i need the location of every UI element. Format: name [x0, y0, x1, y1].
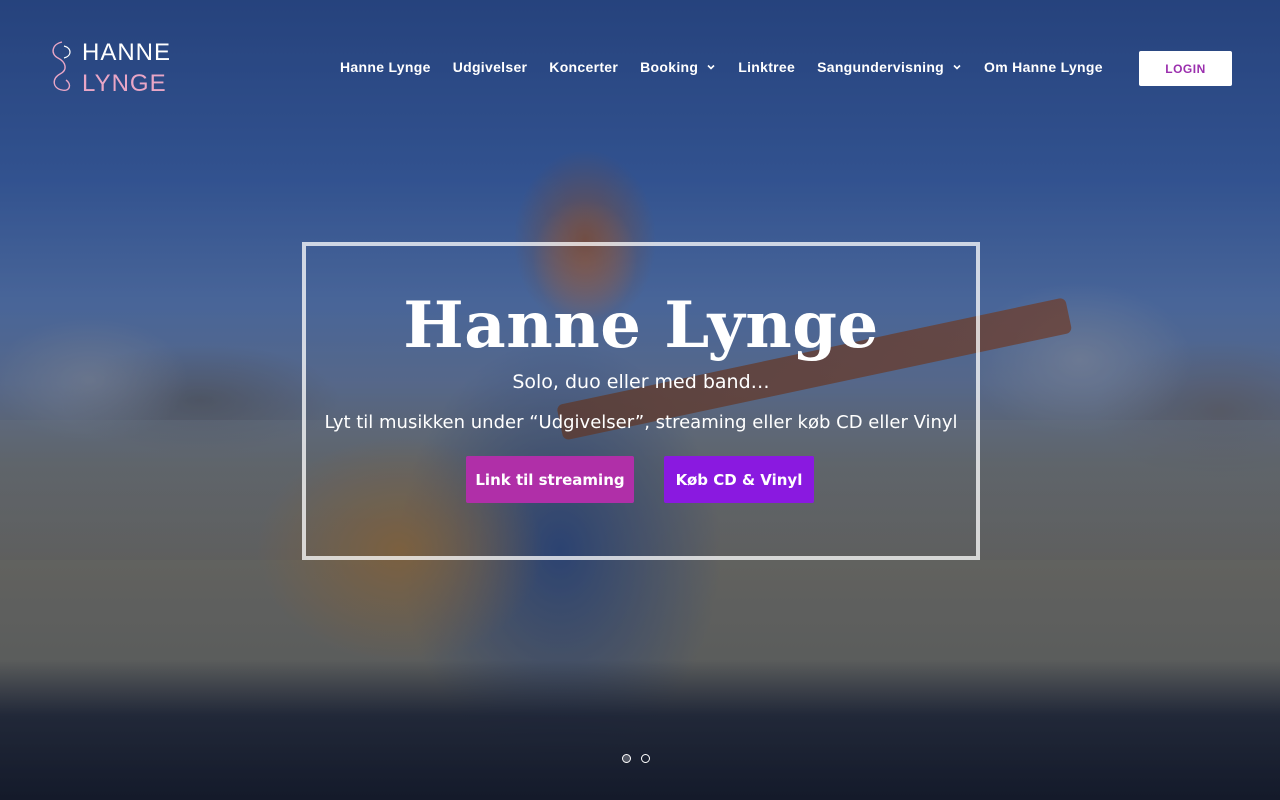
logo-line2: LYNGE	[82, 70, 167, 96]
buy-cd-vinyl-button[interactable]: Køb CD & Vinyl	[664, 456, 814, 503]
slider-dot-2[interactable]	[641, 754, 650, 763]
nav-item-udgivelser[interactable]: Udgivelser	[453, 59, 528, 75]
nav-item-hanne-lynge[interactable]: Hanne Lynge	[340, 59, 431, 75]
slider-pagination	[622, 754, 650, 763]
nav-item-label: Hanne Lynge	[340, 59, 431, 75]
nav-item-label: Koncerter	[549, 59, 619, 75]
nav-item-om-hanne-lynge[interactable]: Om Hanne Lynge	[984, 59, 1103, 75]
logo-line1: HANNE	[82, 39, 171, 66]
site-header: HANNE LYNGE Hanne Lynge Udgivelser Konce…	[0, 0, 1280, 132]
logo-mark-icon: HANNE LYNGE	[52, 39, 171, 97]
nav-item-label: Om Hanne Lynge	[984, 59, 1103, 75]
nav-item-sangundervisning[interactable]: Sangundervisning	[817, 59, 962, 75]
nav-item-label: Sangundervisning	[817, 59, 945, 75]
hero-title: Hanne Lynge	[403, 288, 879, 363]
nav-item-booking[interactable]: Booking	[640, 59, 716, 75]
chevron-down-icon	[707, 64, 715, 70]
login-button[interactable]: LOGIN	[1139, 51, 1232, 86]
nav-item-koncerter[interactable]: Koncerter	[549, 59, 618, 75]
main-nav: Hanne Lynge Udgivelser Koncerter Booking…	[340, 56, 1125, 78]
hero-subtitle: Solo, duo eller med band…	[512, 371, 770, 393]
nav-item-label: Udgivelser	[452, 59, 528, 75]
site-logo[interactable]: HANNE LYNGE	[48, 36, 182, 97]
hero-description: Lyt til musikken under “Udgivelser”, str…	[324, 412, 958, 433]
nav-item-label: Linktree	[738, 59, 796, 75]
nav-item-linktree[interactable]: Linktree	[738, 59, 795, 75]
chevron-down-icon	[953, 64, 961, 70]
slider-dot-1[interactable]	[622, 754, 631, 763]
nav-item-label: Booking	[640, 59, 699, 75]
streaming-button[interactable]: Link til streaming	[466, 456, 634, 503]
